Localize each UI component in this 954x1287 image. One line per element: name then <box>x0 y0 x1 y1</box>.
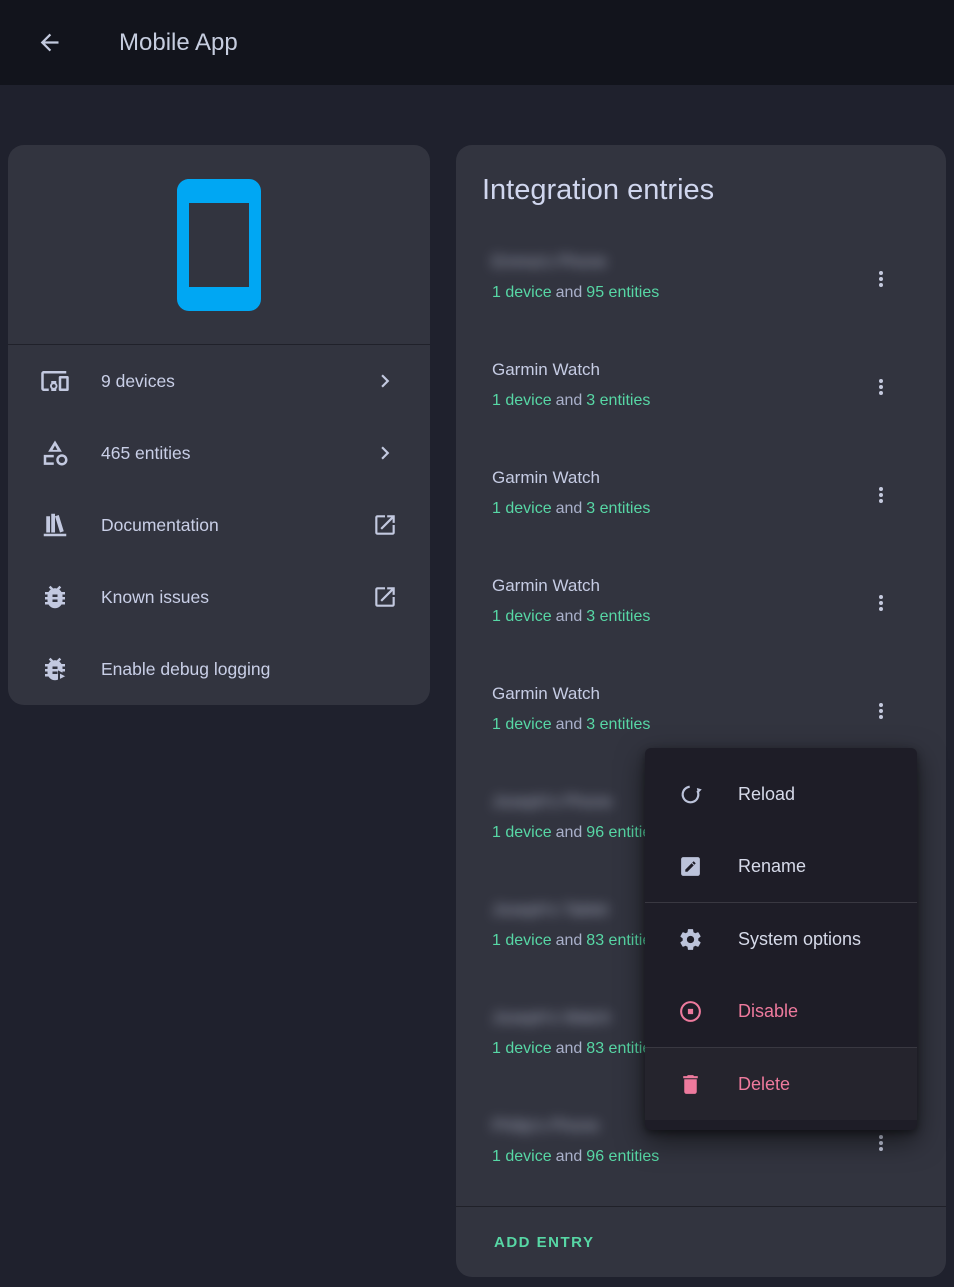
info-row-known-issues[interactable]: Known issues <box>8 561 430 633</box>
info-row-devices[interactable]: 9 devices <box>8 345 430 417</box>
info-row-label: 9 devices <box>101 371 175 392</box>
devices-link[interactable]: 1 device <box>492 1040 552 1057</box>
entry-menu-button[interactable] <box>857 255 905 303</box>
cellphone-icon <box>147 173 291 317</box>
cog-icon <box>678 927 703 952</box>
entry-context-menu: Reload Rename System options Disable Del… <box>645 748 917 1130</box>
menu-item-label: Delete <box>738 1074 790 1095</box>
bug-play-icon <box>40 654 70 684</box>
entry-menu-button[interactable] <box>857 471 905 519</box>
devices-link[interactable]: 1 device <box>492 932 552 949</box>
menu-item-disable[interactable]: Disable <box>645 975 917 1047</box>
info-row-label: 465 entities <box>101 443 191 464</box>
entry-subtitle: 1 deviceand3 entities <box>492 714 857 736</box>
entries-card-footer: ADD ENTRY <box>456 1206 946 1277</box>
dots-vertical-icon <box>869 699 893 723</box>
subtitle-and: and <box>556 716 583 733</box>
dots-vertical-icon <box>869 267 893 291</box>
subtitle-and: and <box>556 500 583 517</box>
devices-icon <box>40 366 70 396</box>
devices-link[interactable]: 1 device <box>492 1148 552 1165</box>
entities-link[interactable]: 3 entities <box>586 392 650 409</box>
entities-link[interactable]: 3 entities <box>586 716 650 733</box>
open-in-new-icon <box>372 512 398 538</box>
info-row-documentation[interactable]: Documentation <box>8 489 430 561</box>
delete-icon <box>678 1072 703 1097</box>
info-row-entities[interactable]: 465 entities <box>8 417 430 489</box>
subtitle-and: and <box>556 824 583 841</box>
info-row-label: Documentation <box>101 515 219 536</box>
integration-icon-area <box>8 145 430 345</box>
entities-link[interactable]: 96 entities <box>586 1148 659 1165</box>
entities-link[interactable]: 95 entities <box>586 284 659 301</box>
entry-name: Garmin Watch <box>492 359 857 381</box>
entry-name: Garmin Watch <box>492 575 857 597</box>
stop-circle-icon <box>678 999 703 1024</box>
entry-subtitle: 1 deviceand96 entities <box>492 1146 857 1168</box>
devices-link[interactable]: 1 device <box>492 716 552 733</box>
info-row-label: Known issues <box>101 587 209 608</box>
subtitle-and: and <box>556 392 583 409</box>
rename-box-icon <box>678 854 703 879</box>
devices-link[interactable]: 1 device <box>492 608 552 625</box>
subtitle-and: and <box>556 284 583 301</box>
bug-icon <box>40 582 70 612</box>
entry-name: Garmin Watch <box>492 467 857 489</box>
menu-item-system-options[interactable]: System options <box>645 903 917 975</box>
subtitle-and: and <box>556 1148 583 1165</box>
devices-link[interactable]: 1 device <box>492 824 552 841</box>
entry-menu-button[interactable] <box>857 363 905 411</box>
chevron-right-icon <box>372 440 398 466</box>
entry-subtitle: 1 deviceand3 entities <box>492 390 857 412</box>
dots-vertical-icon <box>869 483 893 507</box>
menu-item-label: Reload <box>738 784 795 805</box>
chevron-right-icon <box>372 368 398 394</box>
integration-entry: Garmin Watch 1 deviceand3 entities <box>456 449 946 557</box>
info-row-label: Enable debug logging <box>101 659 270 680</box>
integration-entry: Garmin Watch 1 deviceand3 entities <box>456 341 946 449</box>
entries-card-title: Integration entries <box>456 145 946 211</box>
shapes-icon <box>40 438 70 468</box>
integration-entry: Garmin Watch 1 deviceand3 entities <box>456 557 946 665</box>
reload-icon <box>678 782 703 807</box>
back-button[interactable] <box>25 19 73 67</box>
open-in-new-icon <box>372 584 398 610</box>
menu-item-label: System options <box>738 929 861 950</box>
page-title: Mobile App <box>119 29 238 57</box>
devices-link[interactable]: 1 device <box>492 284 552 301</box>
entry-subtitle: 1 deviceand3 entities <box>492 606 857 628</box>
app-header: Mobile App <box>0 0 954 85</box>
dots-vertical-icon <box>869 591 893 615</box>
subtitle-and: and <box>556 608 583 625</box>
subtitle-and: and <box>556 1040 583 1057</box>
arrow-left-icon <box>36 29 63 56</box>
menu-item-label: Rename <box>738 856 806 877</box>
integration-entry: Emma's Phone 1 deviceand95 entities <box>456 233 946 341</box>
integration-info-card: 9 devices 465 entities Documentation Kno… <box>8 145 430 705</box>
dots-vertical-icon <box>869 375 893 399</box>
entities-link[interactable]: 3 entities <box>586 608 650 625</box>
add-entry-button[interactable]: ADD ENTRY <box>478 1218 610 1267</box>
entry-menu-button[interactable] <box>857 579 905 627</box>
entry-subtitle: 1 deviceand3 entities <box>492 498 857 520</box>
menu-item-delete[interactable]: Delete <box>645 1048 917 1120</box>
info-row-debug-logging[interactable]: Enable debug logging <box>8 633 430 705</box>
devices-link[interactable]: 1 device <box>492 392 552 409</box>
menu-item-reload[interactable]: Reload <box>645 758 917 830</box>
menu-item-label: Disable <box>738 1001 798 1022</box>
entry-name: Emma's Phone <box>492 251 857 273</box>
entry-subtitle: 1 deviceand95 entities <box>492 282 857 304</box>
entry-menu-button[interactable] <box>857 687 905 735</box>
dots-vertical-icon <box>869 1131 893 1155</box>
subtitle-and: and <box>556 932 583 949</box>
menu-item-rename[interactable]: Rename <box>645 830 917 902</box>
devices-link[interactable]: 1 device <box>492 500 552 517</box>
bookshelf-icon <box>40 510 70 540</box>
entry-name: Garmin Watch <box>492 683 857 705</box>
entities-link[interactable]: 3 entities <box>586 500 650 517</box>
